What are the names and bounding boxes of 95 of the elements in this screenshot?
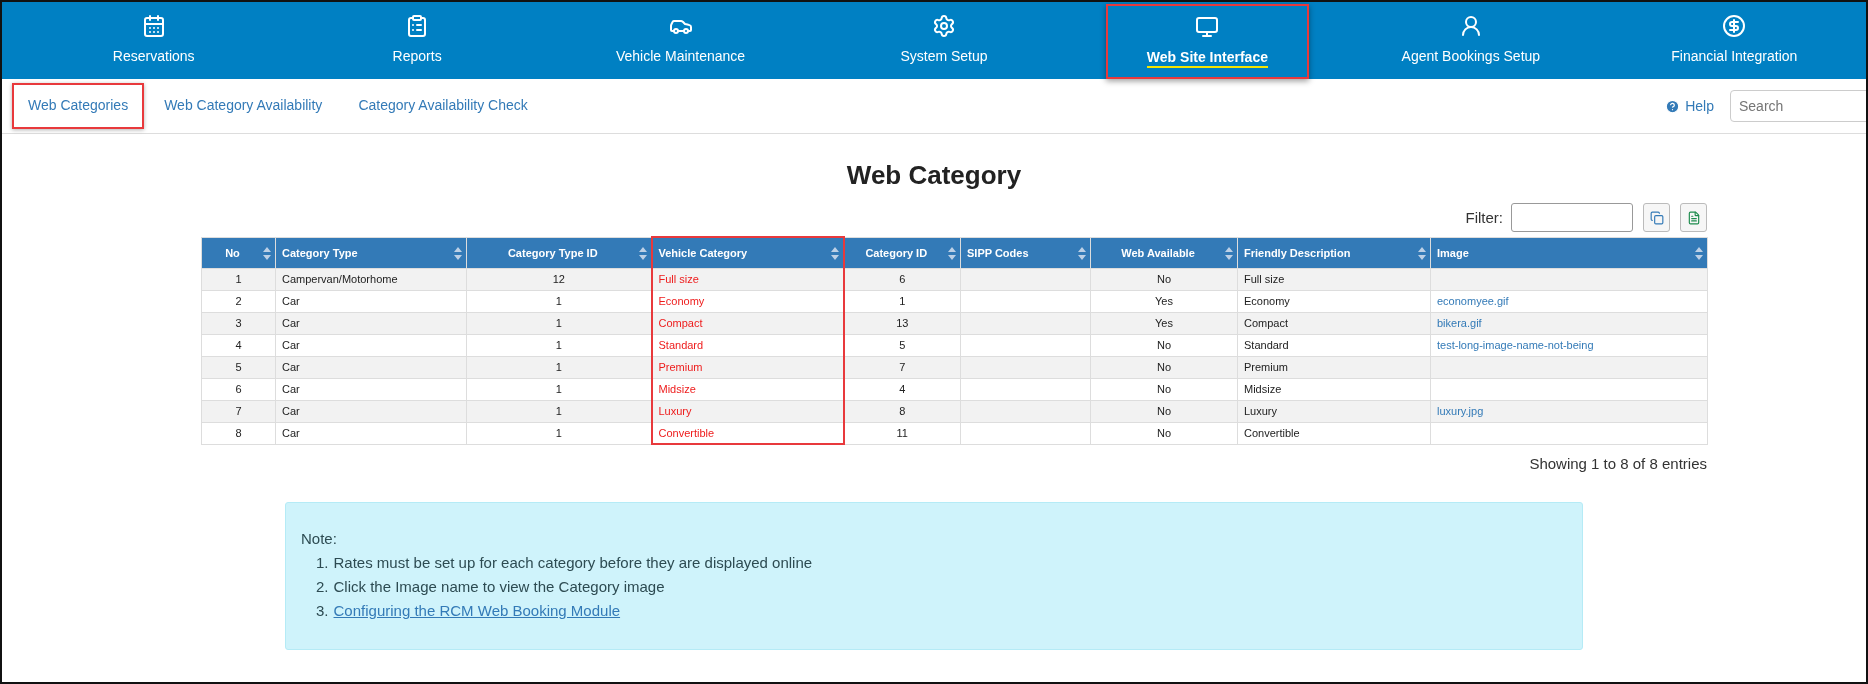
table-cell: Yes bbox=[1090, 312, 1238, 334]
column-header[interactable]: Vehicle Category bbox=[651, 237, 844, 268]
sort-icon[interactable] bbox=[1078, 246, 1086, 260]
table-cell: 6 bbox=[201, 378, 276, 400]
column-header[interactable]: Category ID bbox=[843, 237, 961, 268]
table-cell: 4 bbox=[201, 334, 276, 356]
table-cell: Full size bbox=[1237, 268, 1431, 290]
table-cell: No bbox=[1090, 378, 1238, 400]
table-cell: Car bbox=[275, 400, 467, 422]
sort-icon[interactable] bbox=[454, 246, 462, 260]
table-cell: Car bbox=[275, 334, 467, 356]
help-icon bbox=[1665, 98, 1681, 114]
nav-item[interactable]: System Setup bbox=[812, 2, 1076, 79]
export-button[interactable] bbox=[1680, 203, 1707, 232]
monitor-icon bbox=[1195, 15, 1220, 39]
table-cell: 5 bbox=[843, 334, 961, 356]
table-cell: 7 bbox=[843, 356, 961, 378]
table-cell: Car bbox=[275, 312, 467, 334]
nav-item[interactable]: Reports bbox=[285, 2, 549, 79]
table-cell: 4 bbox=[843, 378, 961, 400]
table-cell: Car bbox=[275, 422, 467, 444]
table-cell: Convertible bbox=[651, 422, 844, 444]
nav-item[interactable]: Financial Integration bbox=[1602, 2, 1866, 79]
table-cell: 2 bbox=[201, 290, 276, 312]
list-number: 3. bbox=[316, 601, 329, 621]
column-header[interactable]: No bbox=[201, 237, 276, 268]
table-cell: No bbox=[1090, 400, 1238, 422]
help-link[interactable]: Configuring the RCM Web Booking Module bbox=[333, 599, 621, 623]
note-text: Rates must be set up for each category before they are displayed online bbox=[333, 553, 813, 573]
page-title: Web Category bbox=[846, 160, 1022, 191]
table-cell: 7 bbox=[201, 400, 276, 422]
table-cell: 11 bbox=[843, 422, 961, 444]
column-header[interactable]: Image bbox=[1430, 237, 1708, 268]
note-text: Click the Image name to view the Category image bbox=[333, 577, 665, 597]
tab[interactable]: Web Category Availability bbox=[148, 83, 339, 129]
settings-icon bbox=[932, 14, 956, 38]
image-link[interactable]: test-long-image-name-not-being bbox=[1430, 334, 1708, 356]
document-icon bbox=[1686, 210, 1701, 225]
column-header[interactable]: Web Available bbox=[1090, 237, 1238, 268]
column-header[interactable]: SIPP Codes bbox=[960, 237, 1091, 268]
copy-button[interactable] bbox=[1643, 203, 1670, 232]
image-link[interactable]: economyee.gif bbox=[1430, 290, 1708, 312]
table-cell: Midsize bbox=[1237, 378, 1431, 400]
table-cell: No bbox=[1090, 334, 1238, 356]
table-cell: Premium bbox=[1237, 356, 1431, 378]
table-cell: 5 bbox=[201, 356, 276, 378]
filter-field[interactable] bbox=[1511, 203, 1633, 232]
table-cell: No bbox=[1090, 268, 1238, 290]
sort-icon[interactable] bbox=[1418, 246, 1426, 260]
nav-item[interactable]: Reservations bbox=[22, 2, 286, 79]
table-cell: 1 bbox=[201, 268, 276, 290]
table-cell: 1 bbox=[843, 290, 961, 312]
entries-info: Showing 1 to 8 of 8 entries bbox=[1528, 455, 1707, 472]
table-cell: No bbox=[1090, 422, 1238, 444]
column-header[interactable]: Category Type bbox=[275, 237, 467, 268]
tab[interactable]: Category Availability Check bbox=[342, 83, 544, 129]
note-title: Note: bbox=[301, 529, 338, 549]
nav-item[interactable]: Agent Bookings Setup bbox=[1339, 2, 1603, 79]
filter-label: Filter: bbox=[1465, 209, 1503, 226]
table-cell: No bbox=[1090, 356, 1238, 378]
sort-icon[interactable] bbox=[638, 246, 647, 260]
table-cell: 8 bbox=[201, 422, 276, 444]
dollar-icon bbox=[1722, 14, 1747, 38]
image-link[interactable]: bikera.gif bbox=[1430, 312, 1708, 334]
table-cell: 3 bbox=[201, 312, 276, 334]
search-field[interactable]: Search bbox=[1730, 90, 1866, 122]
copy-icon bbox=[1649, 210, 1664, 225]
list-number: 1. bbox=[316, 553, 329, 573]
sort-icon[interactable] bbox=[830, 247, 839, 260]
list-number: 2. bbox=[316, 577, 329, 597]
table-cell: 6 bbox=[843, 268, 961, 290]
calendar-icon bbox=[141, 14, 166, 38]
table-cell: Yes bbox=[1090, 290, 1238, 312]
table-cell: Campervan/Motorhome bbox=[275, 268, 467, 290]
table-cell: 8 bbox=[843, 400, 961, 422]
column-header[interactable]: Category Type ID bbox=[466, 237, 652, 268]
table-cell: Economy bbox=[1237, 290, 1431, 312]
help-link[interactable]: Help bbox=[1665, 98, 1714, 114]
sort-icon[interactable] bbox=[263, 246, 271, 260]
sort-icon[interactable] bbox=[1225, 246, 1233, 260]
image-link[interactable]: luxury.jpg bbox=[1430, 400, 1708, 422]
nav-item[interactable]: Web Site Interface bbox=[1105, 4, 1310, 79]
column-header[interactable]: Friendly Description bbox=[1237, 237, 1431, 268]
nav-item[interactable]: Vehicle Maintenance bbox=[548, 2, 813, 79]
sort-icon[interactable] bbox=[1695, 246, 1703, 260]
table-cell: Standard bbox=[1237, 334, 1431, 356]
table-cell: Car bbox=[275, 356, 467, 378]
table-cell: Car bbox=[275, 290, 467, 312]
table-cell: Compact bbox=[1237, 312, 1431, 334]
table-cell: Convertible bbox=[1237, 422, 1431, 444]
sort-icon[interactable] bbox=[948, 246, 956, 260]
table-cell: Car bbox=[275, 378, 467, 400]
tab[interactable]: Web Categories bbox=[12, 83, 145, 129]
table-cell: Luxury bbox=[1237, 400, 1431, 422]
table-cell: 13 bbox=[843, 312, 961, 334]
